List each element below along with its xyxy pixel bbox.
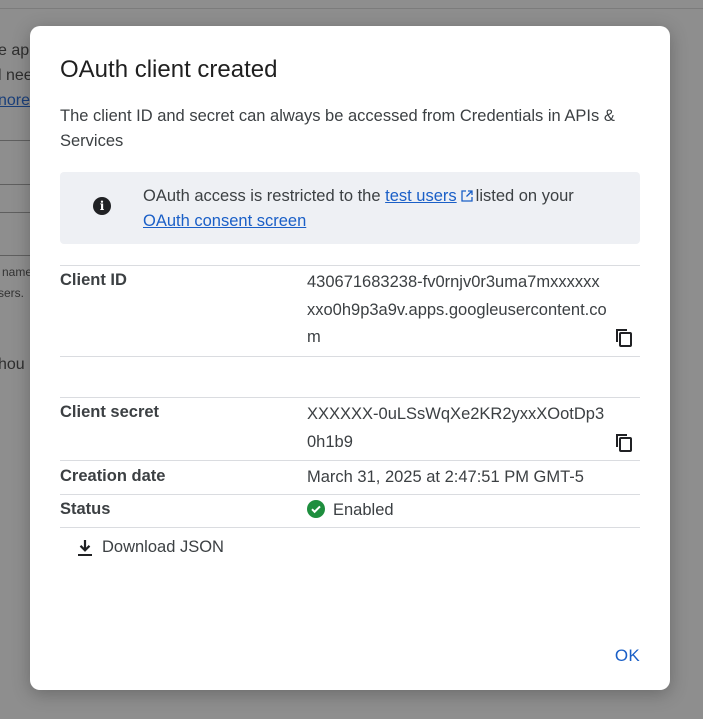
download-json-label: Download JSON bbox=[102, 538, 224, 556]
download-icon bbox=[78, 539, 92, 556]
download-json-button[interactable]: Download JSON bbox=[76, 538, 224, 557]
background-hint-1: name bbox=[2, 265, 33, 279]
copy-icon bbox=[616, 434, 632, 452]
row-divider bbox=[60, 460, 640, 461]
background-hint-2: sers. bbox=[0, 286, 25, 300]
background-field-line bbox=[0, 184, 30, 185]
restriction-notice: i OAuth access is restricted to the test… bbox=[60, 172, 640, 244]
notice-text: OAuth access is restricted to the test u… bbox=[143, 184, 613, 234]
row-divider bbox=[60, 494, 640, 495]
oauth-consent-screen-link[interactable]: OAuth consent screen bbox=[143, 212, 306, 230]
check-circle-icon bbox=[307, 500, 325, 518]
background-field-line bbox=[0, 140, 30, 141]
info-icon: i bbox=[93, 197, 111, 215]
background-field-line bbox=[0, 212, 30, 213]
client-secret-label: Client secret bbox=[60, 403, 160, 421]
creation-date-label: Creation date bbox=[60, 467, 166, 485]
row-divider bbox=[60, 397, 640, 398]
notice-text-middle: listed on your bbox=[475, 187, 574, 205]
row-divider bbox=[60, 356, 640, 357]
status-label: Status bbox=[60, 500, 111, 518]
copy-icon bbox=[616, 329, 632, 347]
background-text-3: hou bbox=[0, 356, 25, 373]
test-users-link[interactable]: test users bbox=[385, 187, 457, 205]
copy-client-secret-button[interactable] bbox=[614, 432, 634, 454]
row-divider bbox=[60, 265, 640, 266]
copy-client-id-button[interactable] bbox=[614, 327, 634, 349]
client-id-label: Client ID bbox=[60, 271, 127, 289]
background-learn-more-link: nore bbox=[0, 92, 31, 109]
background-field-line bbox=[0, 255, 30, 256]
background-text-1: e ap bbox=[0, 42, 30, 59]
notice-text-before: OAuth access is restricted to the bbox=[143, 187, 381, 205]
ok-button[interactable]: OK bbox=[615, 646, 640, 666]
status-text: Enabled bbox=[333, 501, 394, 519]
background-divider bbox=[0, 8, 703, 9]
external-link-icon bbox=[461, 190, 473, 202]
background-text-2: l nee bbox=[0, 67, 33, 84]
dialog-title: OAuth client created bbox=[60, 56, 278, 83]
client-id-value: 430671683238-fv0rnjv0r3uma7mxxxxxxxxo0h9… bbox=[307, 273, 607, 346]
row-divider bbox=[60, 527, 640, 528]
dialog-description: The client ID and secret can always be a… bbox=[60, 107, 615, 150]
creation-date-value: March 31, 2025 at 2:47:51 PM GMT-5 bbox=[307, 468, 584, 486]
oauth-client-created-dialog: OAuth client created The client ID and s… bbox=[30, 26, 670, 690]
client-secret-value: XXXXXX-0uLSsWqXe2KR2yxxXOotDp30h1b9 bbox=[307, 405, 605, 451]
status-value: Enabled bbox=[307, 497, 637, 525]
